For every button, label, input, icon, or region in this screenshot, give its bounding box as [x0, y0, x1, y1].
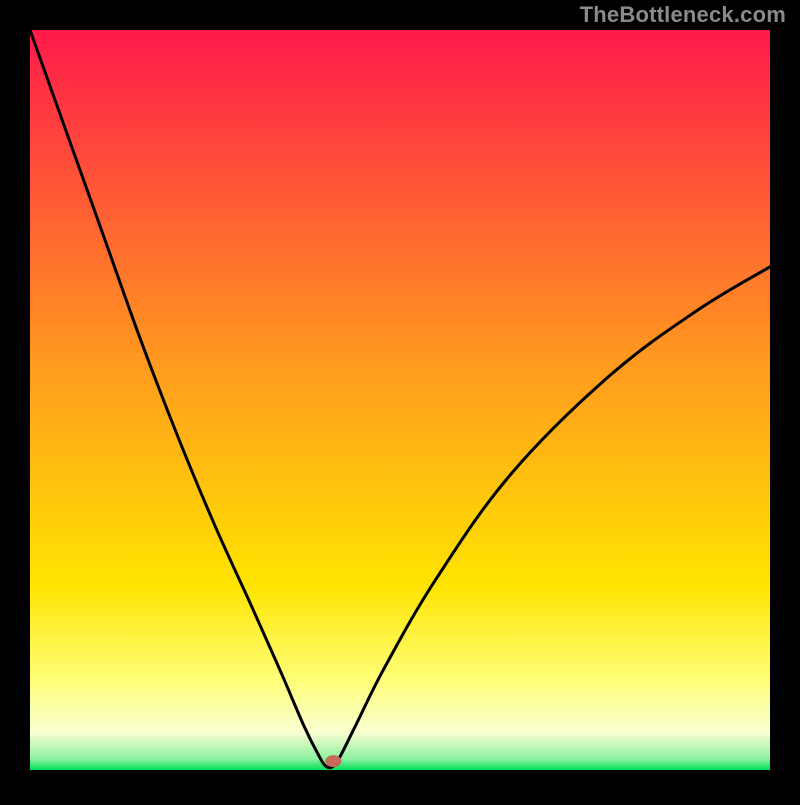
bottleneck-chart: [0, 0, 800, 800]
watermark-text: TheBottleneck.com: [580, 2, 786, 28]
plot-background: [30, 30, 770, 770]
marker-min-point: [325, 755, 341, 767]
chart-frame: TheBottleneck.com: [0, 0, 800, 800]
